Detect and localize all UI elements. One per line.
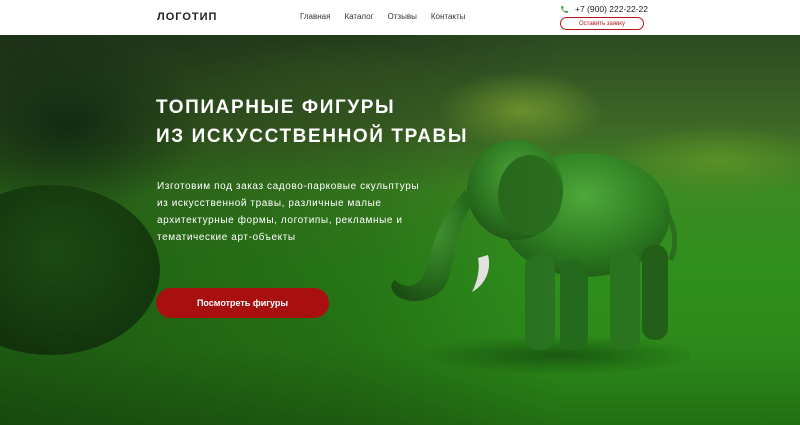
site-header: ЛОГОТИП Главная Каталог Отзывы Контакты … [0,0,800,36]
logo[interactable]: ЛОГОТИП [157,11,217,23]
hero-desc-line-3: архитектурные формы, логотипы, рекламные… [157,215,403,226]
view-figures-button[interactable]: Посмотреть фигуры [156,288,329,318]
phone-number[interactable]: +7 (900) 222-22-22 [575,4,648,14]
hero-desc-line-4: тематические арт-объекты [157,232,296,243]
phone-icon [561,5,568,13]
hero-description: Изготовим под заказ садово-парковые скул… [157,178,447,246]
phone-contact[interactable]: +7 (900) 222-22-22 [560,4,648,14]
hero-section: ТОПИАРНЫЕ ФИГУРЫ ИЗ ИСКУССТВЕННОЙ ТРАВЫ … [0,35,800,425]
main-nav: Главная Каталог Отзывы Контакты [300,12,465,21]
callback-button[interactable]: Оставить заявку [560,17,644,30]
nav-item-reviews[interactable]: Отзывы [388,12,417,21]
hero-title-line-1: ТОПИАРНЫЕ ФИГУРЫ [156,97,396,118]
nav-item-contacts[interactable]: Контакты [431,12,466,21]
hero-desc-line-2: из искусственной травы, различные малые [157,198,382,209]
nav-item-home[interactable]: Главная [300,12,330,21]
hero-desc-line-1: Изготовим под заказ садово-парковые скул… [157,181,420,192]
hero-title: ТОПИАРНЫЕ ФИГУРЫ ИЗ ИСКУССТВЕННОЙ ТРАВЫ [156,93,576,151]
hero-title-line-2: ИЗ ИСКУССТВЕННОЙ ТРАВЫ [156,126,469,147]
nav-item-catalog[interactable]: Каталог [344,12,373,21]
